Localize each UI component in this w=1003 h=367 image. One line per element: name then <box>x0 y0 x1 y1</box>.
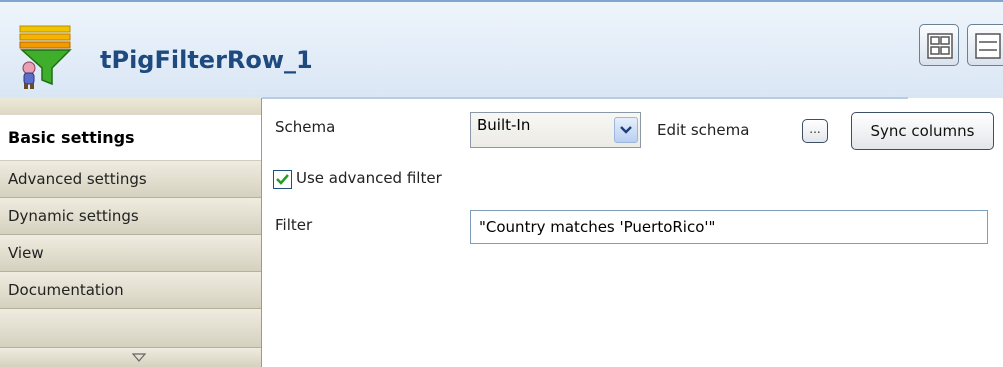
grid-layout-button[interactable] <box>919 24 959 66</box>
schema-select[interactable]: Built-In <box>470 112 641 148</box>
tab-advanced-settings[interactable]: Advanced settings <box>0 161 261 198</box>
tab-list-top-edge <box>0 98 261 116</box>
filter-field[interactable] <box>470 210 988 244</box>
use-advanced-filter-checkbox[interactable] <box>273 170 292 189</box>
tab-list-empty-area <box>0 309 261 348</box>
tab-view[interactable]: View <box>0 235 261 272</box>
tab-documentation[interactable]: Documentation <box>0 272 261 309</box>
tab-dynamic-settings[interactable]: Dynamic settings <box>0 198 261 235</box>
grid-layout-icon <box>927 33 953 59</box>
chevron-down-icon <box>132 353 146 362</box>
list-layout-icon <box>975 33 1001 59</box>
chevron-down-icon <box>620 126 632 134</box>
tab-basic-settings[interactable]: Basic settings <box>0 115 261 161</box>
component-header: tPigFilterRow_1 <box>0 0 1003 98</box>
use-advanced-filter-label: Use advanced filter <box>296 169 442 187</box>
schema-label: Schema <box>275 118 336 136</box>
filter-label: Filter <box>275 216 313 234</box>
schema-select-value: Built-In <box>477 116 531 134</box>
component-settings-panel: tPigFilterRow_1 Basic settings Advanced … <box>0 0 1003 367</box>
component-title: tPigFilterRow_1 <box>100 46 313 74</box>
sync-columns-button[interactable]: Sync columns <box>851 112 994 150</box>
header-divider <box>262 97 908 99</box>
filter-funnel-icon <box>14 22 86 92</box>
tab-scroll-down-button[interactable] <box>0 348 261 367</box>
edit-schema-button[interactable]: ... <box>802 119 828 143</box>
settings-tab-list: Basic settings Advanced settings Dynamic… <box>0 98 262 367</box>
schema-select-dropdown-button[interactable] <box>614 117 638 143</box>
checkmark-icon <box>276 174 289 185</box>
edit-schema-label: Edit schema <box>657 121 750 139</box>
list-layout-button[interactable] <box>967 24 1003 66</box>
